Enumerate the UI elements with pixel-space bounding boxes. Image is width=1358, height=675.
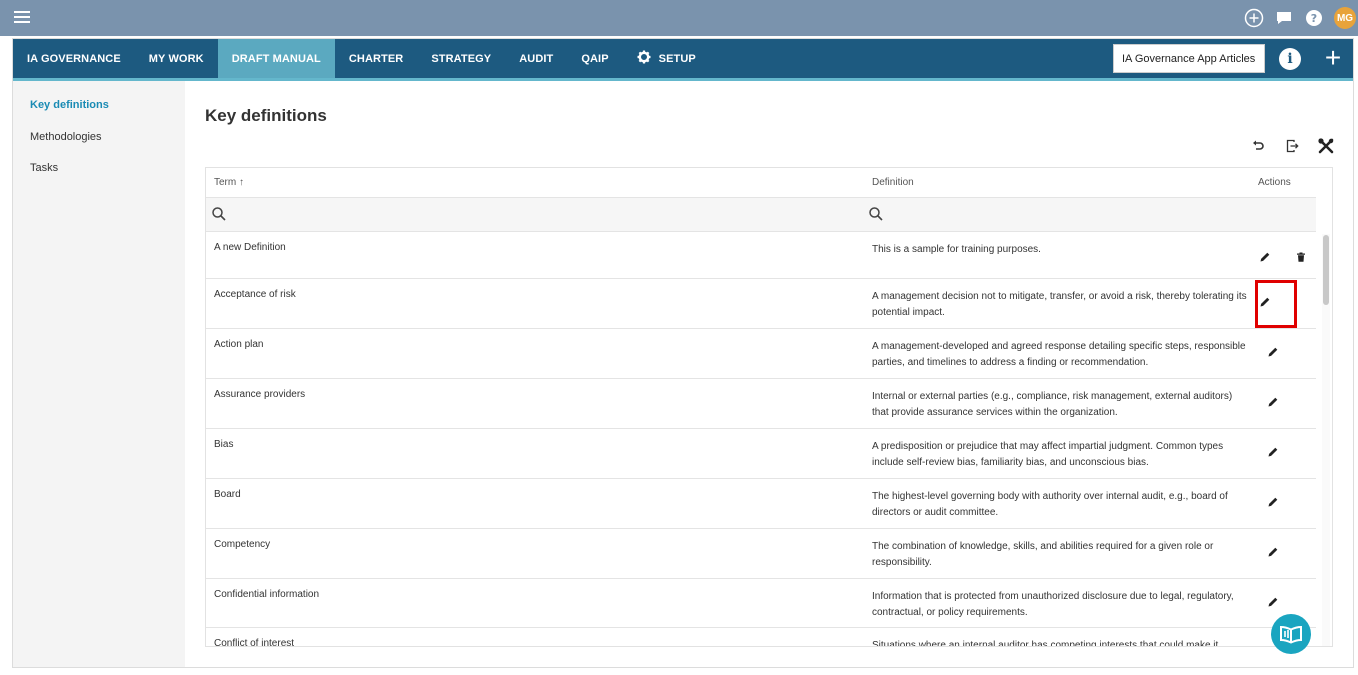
edit-pencil-icon[interactable] [1257,249,1273,265]
edit-pencil-icon[interactable] [1265,544,1281,560]
definition-cell: Information that is protected from unaut… [872,591,1234,618]
edit-highlight-box [1255,280,1297,328]
filter-row [206,198,1316,232]
tab-label: MY WORK [148,52,204,65]
table-row[interactable]: Bias A predisposition or prejudice that … [206,429,1316,479]
term-cell: Assurance providers [214,389,306,400]
definition-filter-search-icon[interactable] [868,206,884,222]
definition-cell: Situations where an internal auditor has… [872,640,1219,647]
table-row[interactable]: A new Definition This is a sample for tr… [206,232,1316,279]
sidebar: Key definitions Methodologies Tasks [13,81,185,667]
tab-audit[interactable]: AUDIT [505,39,567,78]
tab-strategy[interactable]: STRATEGY [417,39,505,78]
sidebar-item-key-definitions[interactable]: Key definitions [30,99,109,111]
tab-my-work[interactable]: MY WORK [135,39,218,78]
table-row[interactable]: Board The highest-level governing body w… [206,479,1316,529]
tab-label: IA GOVERNANCE [27,52,121,65]
table-row[interactable]: Acceptance of risk A management decision… [206,279,1316,329]
term-cell: Confidential information [214,589,320,600]
avatar[interactable]: MG [1334,7,1356,29]
column-header-actions: Actions [1258,177,1291,188]
add-circle-icon[interactable] [1244,8,1264,28]
table-row[interactable]: Confidential information Information tha… [206,579,1316,628]
tab-label: SETUP [658,52,696,65]
app-shell: IA GOVERNANCE MY WORK DRAFT MANUAL CHART… [12,38,1354,668]
tab-label: STRATEGY [431,52,492,65]
sidebar-item-methodologies[interactable]: Methodologies [30,131,102,143]
tab-charter[interactable]: CHARTER [335,39,417,78]
knowledge-base-book-icon[interactable] [1271,614,1311,654]
edit-pencil-icon[interactable] [1265,394,1281,410]
term-cell: Competency [214,539,271,550]
table-row[interactable]: Conflict of interest Situations where an… [206,628,1316,647]
table-row[interactable]: Assurance providers Internal or external… [206,379,1316,429]
tab-label: AUDIT [519,52,554,65]
add-icon[interactable]: + [1319,44,1347,73]
nav-tabs: IA GOVERNANCE MY WORK DRAFT MANUAL CHART… [13,39,710,78]
term-cell: A new Definition [214,242,286,253]
chat-icon[interactable] [1274,8,1294,28]
table-toolbar [1249,137,1335,155]
top-bar: ? MG [0,0,1358,36]
export-icon[interactable] [1283,137,1301,155]
definitions-table: Term ↑ Definition Actions A new Definiti… [205,167,1333,647]
tab-label: CHARTER [348,52,404,65]
term-cell: Acceptance of risk [214,289,296,300]
gear-icon [637,50,651,67]
term-cell: Bias [214,439,234,450]
table-scrollbar-thumb[interactable] [1323,235,1329,305]
edit-pencil-icon[interactable] [1265,594,1281,610]
undo-icon[interactable] [1249,137,1267,155]
term-filter-search-icon[interactable] [211,206,227,222]
tab-draft-manual[interactable]: DRAFT MANUAL [217,39,335,78]
term-cell: Action plan [214,339,264,350]
main-nav: IA GOVERNANCE MY WORK DRAFT MANUAL CHART… [13,39,1353,81]
info-icon[interactable]: i [1279,48,1301,70]
menu-icon[interactable] [14,11,30,23]
help-icon[interactable]: ? [1304,8,1324,28]
main-content: Key definitions Term ↑ Definition Action… [185,81,1353,667]
tools-icon[interactable] [1317,137,1335,155]
table-header: Term ↑ Definition Actions [206,168,1316,198]
tab-label: QAIP [581,52,609,65]
definition-cell: A predisposition or prejudice that may a… [872,441,1224,468]
column-header-definition[interactable]: Definition [872,177,914,188]
definition-cell: This is a sample for training purposes. [872,244,1041,255]
tab-label: DRAFT MANUAL [231,52,321,65]
svg-text:?: ? [1311,12,1317,25]
delete-trash-icon[interactable] [1293,249,1309,265]
term-cell: Conflict of interest [214,638,295,647]
sidebar-item-tasks[interactable]: Tasks [30,162,58,174]
definition-cell: The highest-level governing body with au… [872,491,1228,518]
page-title: Key definitions [205,106,327,125]
table-row[interactable]: Action plan A management-developed and a… [206,329,1316,379]
tab-setup[interactable]: SETUP [623,39,710,78]
articles-search-input[interactable]: IA Governance App Articles [1113,44,1265,73]
tab-qaip[interactable]: QAIP [567,39,622,78]
definition-cell: The combination of knowledge, skills, an… [872,541,1214,568]
definition-cell: A management-developed and agreed respon… [872,341,1246,368]
tab-ia-governance[interactable]: IA GOVERNANCE [13,39,135,78]
term-cell: Board [214,489,241,500]
table-row[interactable]: Competency The combination of knowledge,… [206,529,1316,579]
column-header-term[interactable]: Term ↑ [214,177,244,188]
edit-pencil-icon[interactable] [1265,494,1281,510]
definition-cell: A management decision not to mitigate, t… [872,291,1247,318]
edit-pencil-icon[interactable] [1265,344,1281,360]
definition-cell: Internal or external parties (e.g., comp… [872,391,1233,418]
edit-pencil-icon[interactable] [1265,444,1281,460]
top-icons: ? MG [1244,7,1356,29]
